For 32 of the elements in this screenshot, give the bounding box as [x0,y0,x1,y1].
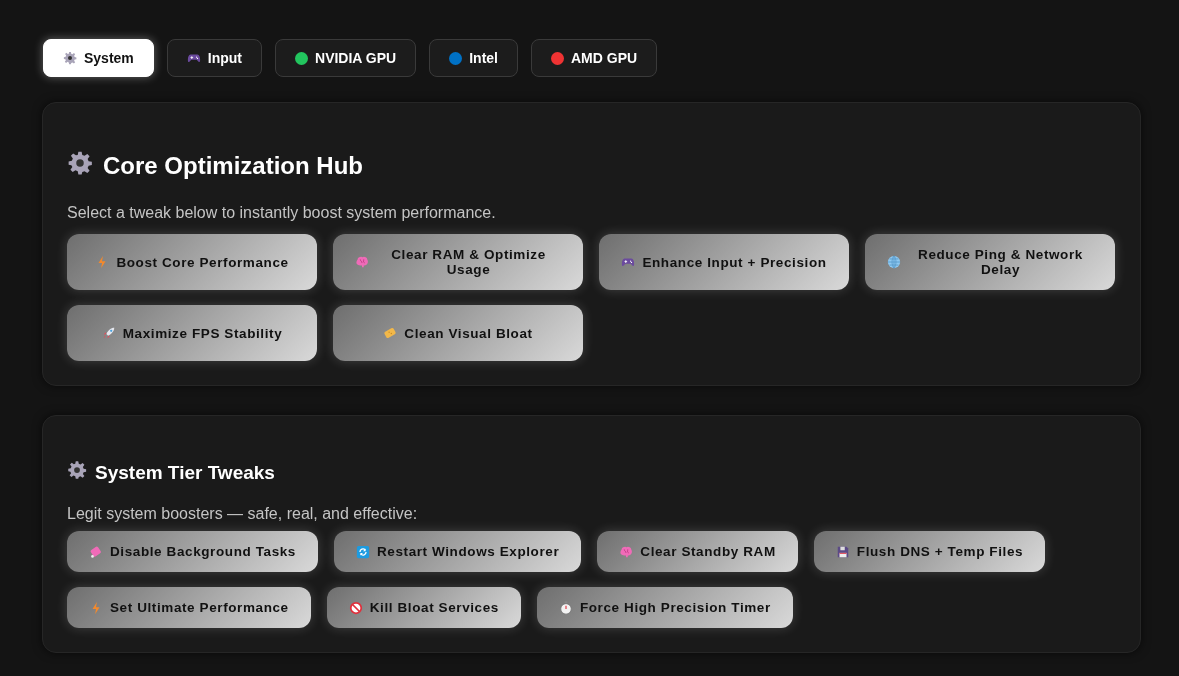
tweak-button[interactable]: Restart Windows Explorer [333,531,582,572]
rocket-icon [101,326,116,340]
tweak-button[interactable]: Boost Core Performance [67,234,317,290]
tweak-button[interactable]: Enhance Input + Precision [599,234,849,290]
gear-icon [67,460,87,480]
gear-icon [67,150,93,176]
tweak-button[interactable]: Clear RAM & Optimize Usage [333,234,583,290]
section-title: Core Optimization Hub [103,152,363,180]
tweak-button[interactable]: Force High Precision Timer [536,587,793,628]
tab[interactable]: AMD GPU [530,39,658,77]
section-subtitle: Legit system boosters — safe, real, and effective: [67,505,419,523]
stopwatch-icon [558,600,573,615]
tab[interactable]: Input [166,39,263,77]
tab[interactable]: NVIDIA GPU [275,39,417,77]
prohibited-icon [348,600,363,615]
section-title: System Tier Tweaks [95,461,275,484]
tweak-button[interactable]: Set Ultimate Performance [67,587,311,628]
tab[interactable]: System [43,39,154,77]
tweak-button[interactable]: Clear Standby RAM [597,531,798,572]
section-subtitle: Select a tweak below to instantly boost system performance. [67,204,497,222]
gear-icon [63,51,77,65]
tweak-button[interactable]: Maximize FPS Stability [67,305,317,361]
tab[interactable]: Intel [429,39,518,77]
refresh-icon [355,544,370,559]
tweak-button[interactable]: Disable Background Tasks [67,531,318,572]
tweak-button[interactable]: Kill Bloat Services [326,587,521,628]
tweak-button[interactable]: Reduce Ping & Network Delay [865,234,1115,290]
brain-icon [619,544,634,559]
tweak-button[interactable]: Flush DNS + Temp Files [813,531,1046,572]
tweak-button[interactable]: Clean Visual Bloat [333,305,583,361]
globe-icon [887,255,901,269]
brain-icon [355,255,369,269]
